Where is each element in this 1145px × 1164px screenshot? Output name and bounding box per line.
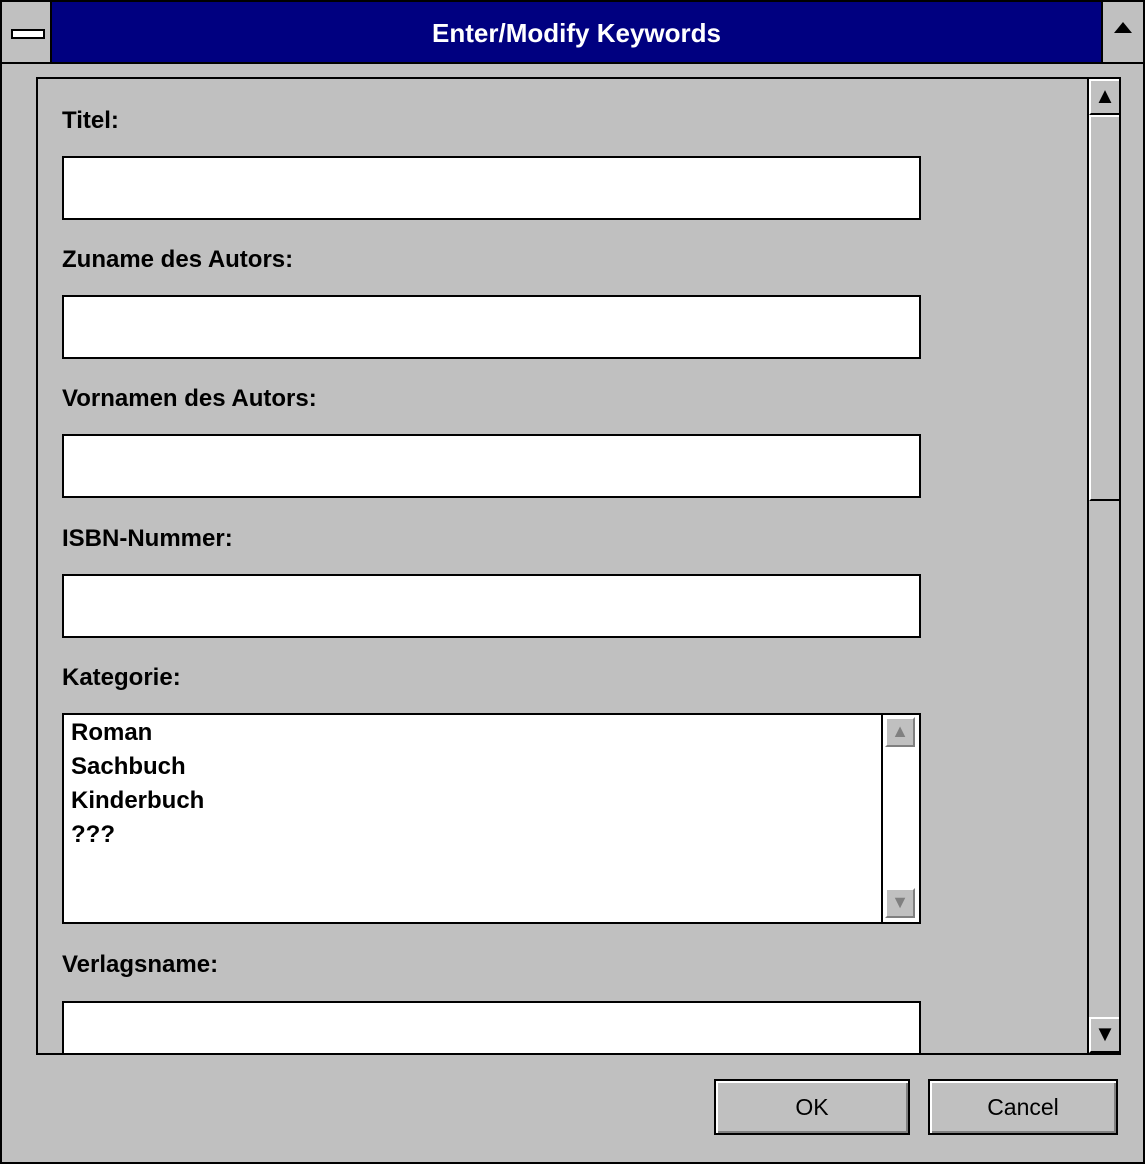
zuname-label: Zuname des Autors: xyxy=(62,246,294,273)
zuname-field[interactable] xyxy=(62,295,921,359)
kategorie-listbox[interactable]: Roman Sachbuch Kinderbuch ??? ▲ ▼ xyxy=(62,713,921,924)
vorname-label: Vornamen des Autors: xyxy=(62,385,317,412)
title-bar[interactable]: Enter/Modify Keywords xyxy=(2,2,1143,64)
keywords-dialog: Enter/Modify Keywords Titel: Zuname des … xyxy=(0,0,1145,1164)
list-item[interactable]: Roman xyxy=(71,716,152,750)
form-scroll-panel: Titel: Zuname des Autors: Vornamen des A… xyxy=(36,77,1121,1055)
form-scrollbar[interactable]: ▲ ▼ xyxy=(1087,79,1119,1053)
isbn-field[interactable] xyxy=(62,574,921,638)
vorname-field[interactable] xyxy=(62,434,921,498)
isbn-label: ISBN-Nummer: xyxy=(62,525,233,552)
kategorie-label: Kategorie: xyxy=(62,664,181,691)
listbox-scroll-up-icon[interactable]: ▲ xyxy=(885,717,915,747)
list-item[interactable]: Sachbuch xyxy=(71,750,186,784)
scroll-thumb[interactable] xyxy=(1089,115,1119,501)
titel-label: Titel: xyxy=(62,107,119,134)
verlag-field[interactable] xyxy=(62,1001,921,1053)
system-menu-icon xyxy=(11,29,45,39)
listbox-scroll-down-icon[interactable]: ▼ xyxy=(885,888,915,918)
ok-button[interactable]: OK xyxy=(714,1079,910,1135)
scroll-up-arrow-icon[interactable]: ▲ xyxy=(1089,79,1119,115)
verlag-label: Verlagsname: xyxy=(62,951,219,978)
titel-field[interactable] xyxy=(62,156,921,220)
list-item[interactable]: Kinderbuch xyxy=(71,784,204,818)
system-menu-button[interactable] xyxy=(2,2,52,62)
scroll-down-arrow-icon[interactable]: ▼ xyxy=(1089,1017,1119,1053)
cancel-button[interactable]: Cancel xyxy=(928,1079,1118,1135)
window-title: Enter/Modify Keywords xyxy=(432,18,721,48)
maximize-button[interactable] xyxy=(1101,2,1143,62)
listbox-scrollbar[interactable]: ▲ ▼ xyxy=(881,715,919,922)
maximize-icon xyxy=(1114,22,1132,33)
list-item[interactable]: ??? xyxy=(71,818,115,852)
